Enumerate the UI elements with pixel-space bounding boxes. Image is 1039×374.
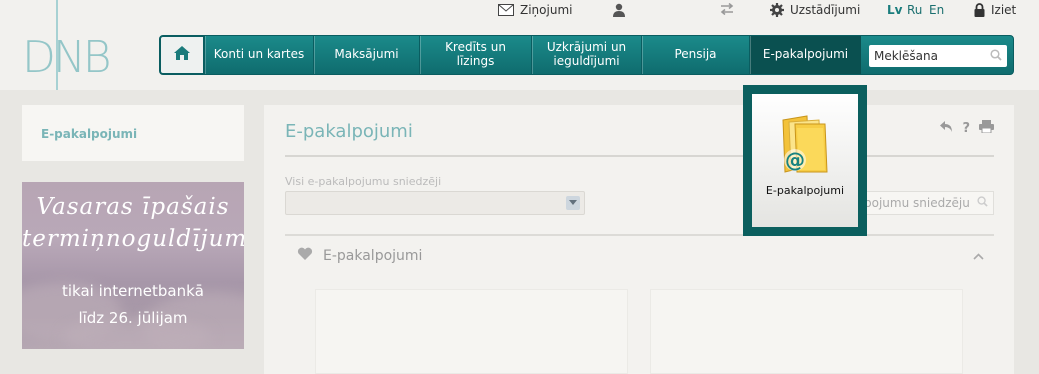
service-card[interactable] [315, 289, 628, 374]
global-search-placeholder: Meklēšana [874, 49, 938, 63]
profile-link[interactable] [612, 3, 626, 17]
nav-maksajumi[interactable]: Maksājumi [313, 36, 419, 74]
back-icon[interactable] [939, 120, 953, 137]
svg-text:@: @ [785, 148, 805, 172]
logout-link[interactable]: Iziet [974, 3, 1016, 17]
nav-e-pakalpojumi[interactable]: E-pakalpojumi [749, 36, 861, 74]
promo-headline-1: Vasaras īpašais [36, 194, 230, 220]
logout-label: Iziet [991, 3, 1017, 17]
promo-headline-2: termiņnoguldījums [22, 226, 244, 252]
lang-ru[interactable]: Ru [907, 3, 922, 17]
e-pakalpojumi-menu-tile[interactable]: @ E-pakalpojumi [752, 94, 858, 227]
nav-konti-un-kartes[interactable]: Konti un kartes [204, 36, 313, 74]
e-pakalpojumi-menu-label: E-pakalpojumi [765, 184, 845, 197]
settings-label: Uzstādījumi [790, 3, 861, 17]
user-icon [612, 3, 626, 17]
print-icon[interactable] [979, 120, 994, 137]
provider-filter-label: Visi e-pakalpojumu sniedzēji [285, 175, 442, 188]
nav-pensija[interactable]: Pensija [641, 36, 749, 74]
folder-at-icon: @ [779, 114, 831, 180]
settings-link[interactable]: Uzstādījumi [770, 3, 860, 17]
section-title: E-pakalpojumi [323, 248, 423, 264]
envelope-icon [498, 4, 514, 16]
page-title: E-pakalpojumi [285, 121, 413, 142]
swap-arrows-icon [719, 3, 735, 15]
section-header-e-pakalpojumi[interactable]: E-pakalpojumi [285, 236, 994, 276]
sidebar-item-e-pakalpojumi[interactable]: E-pakalpojumi [22, 105, 244, 161]
title-divider [285, 155, 994, 157]
chevron-down-icon [566, 196, 580, 210]
messages-link[interactable]: Ziņojumi [498, 3, 572, 17]
main-navigation: Konti un kartes Maksājumi Kredīts un līz… [159, 35, 1014, 75]
chevron-up-icon[interactable] [973, 250, 984, 263]
lock-icon [974, 3, 985, 17]
global-search-input[interactable]: Meklēšana [869, 45, 1007, 67]
sidebar-item-label: E-pakalpojumi [41, 127, 138, 141]
e-pakalpojumi-dropdown: @ E-pakalpojumi [743, 85, 867, 236]
messages-label: Ziņojumi [520, 3, 573, 17]
top-utility-bar: Ziņojumi Uzstādījumi Lv Ru En Iziet [0, 0, 1039, 20]
promo-subline-1: tikai internetbankā [61, 282, 204, 300]
search-icon[interactable] [977, 196, 988, 210]
nav-home-button[interactable] [160, 36, 204, 74]
search-icon[interactable] [990, 48, 1002, 64]
heart-icon[interactable] [297, 247, 313, 265]
provider-search-text: pojumu sniedzēju [864, 196, 970, 210]
promo-banner[interactable]: Vasaras īpašais termiņnoguldījums tikai … [22, 182, 244, 349]
dnb-logo[interactable]: DNB [22, 36, 112, 80]
header: DNB Ziņojumi Uzstādījumi Lv Ru En Iziet … [0, 0, 1039, 184]
nav-kredits-un-lizings[interactable]: Kredīts un līzings [419, 36, 531, 74]
lang-en[interactable]: En [929, 3, 944, 17]
help-icon[interactable]: ? [962, 121, 970, 136]
gear-icon [770, 3, 784, 17]
switch-link[interactable] [719, 3, 735, 15]
page-toolbar: ? [939, 120, 994, 137]
service-card[interactable] [650, 289, 963, 374]
home-icon [173, 45, 191, 65]
provider-filter-select[interactable] [285, 191, 585, 215]
provider-search-input[interactable]: pojumu sniedzēju [858, 191, 994, 215]
nav-uzkrajumi-un-ieguldijumi[interactable]: Uzkrājumi un ieguldījumi [531, 36, 641, 74]
lang-lv[interactable]: Lv [887, 3, 902, 17]
main-content: E-pakalpojumi ? Visi e-pakalpojumu snied… [264, 105, 1014, 374]
promo-subline-2: līdz 26. jūlijam [78, 309, 188, 327]
